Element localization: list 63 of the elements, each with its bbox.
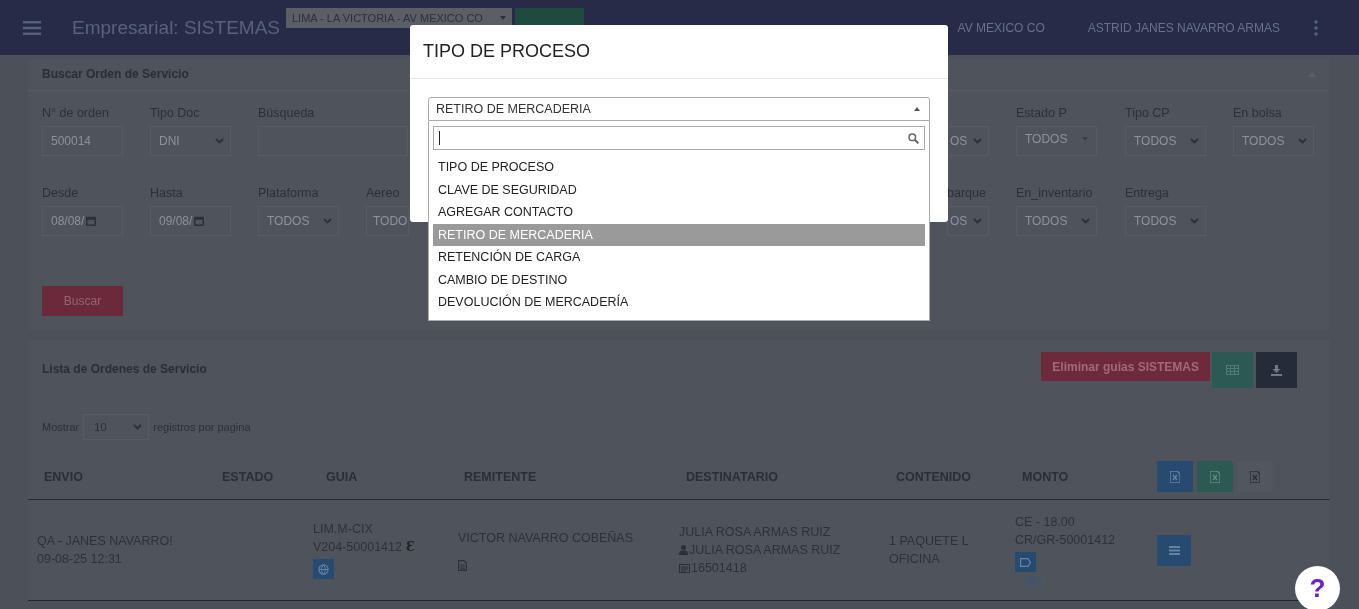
process-select[interactable]: RETIRO DE MERCADERIA [428,97,930,121]
date-field[interactable]: 09/08/ [150,206,231,236]
person-icon [679,545,688,555]
document-icon[interactable] [458,559,467,571]
date-field[interactable]: 08/08/ [42,206,123,236]
download-icon [1271,364,1282,376]
calendar-icon[interactable] [86,216,97,226]
dialog-title: TIPO DE PROCESO [423,41,591,62]
chevron-icon [215,138,224,144]
help-button[interactable]: ? [1295,566,1340,609]
chevron-icon [1190,218,1199,224]
select-field[interactable]: TODOS [1016,206,1097,236]
download-button[interactable] [1256,352,1297,388]
select-field[interactable]: TODOS [1125,126,1206,156]
chevron-icon [1298,138,1307,144]
grid-icon [1226,365,1239,375]
dropdown-option[interactable]: CLAVE DE SEGURIDAD [433,178,925,201]
select-field[interactable]: OS [947,206,989,236]
dropdown-option[interactable]: RETENCIÓN DE CARGA [433,246,925,269]
chevron-icon [1190,138,1199,144]
select-field[interactable]: TODOS [1016,126,1097,156]
search-icon [908,132,919,144]
select-field[interactable]: DNI [150,126,231,156]
caret-icon [500,16,506,20]
select-field[interactable]: TODOS [1233,126,1314,156]
select-field[interactable]: TODO [366,206,409,236]
calendar-icon[interactable] [194,216,205,226]
dropdown-option[interactable]: TIPO DE PROCESO [433,156,925,179]
change-button[interactable] [515,7,584,28]
delete-button[interactable]: Eliminar guias SISTEMAS [1041,352,1210,381]
id-card-icon[interactable] [1026,576,1041,586]
menu-icon[interactable] [23,20,41,35]
excel-button[interactable] [1197,461,1233,492]
chevron-icon [133,424,143,430]
globe-icon [318,563,329,575]
file-icon [1210,470,1220,483]
file-icon [1250,470,1260,483]
guide-mark: Ɛ [406,539,415,555]
dropdown-option[interactable]: DEVOLUCIÓN DE MERCADERÍA [433,291,925,314]
chevron-icon [323,218,332,224]
chevron-icon [1081,218,1090,224]
more-icon[interactable] [1314,19,1318,36]
select-field[interactable]: TODOS [1125,206,1206,236]
location-label: AV MEXICO CO [957,20,1045,35]
chevron-icon [973,218,982,224]
input-field[interactable]: 500014 [42,126,123,156]
row-menu-button[interactable] [1157,534,1191,566]
select-field[interactable]: TODOS [258,206,339,236]
file-icon [1170,470,1180,483]
user-name[interactable]: ASTRID JANES NAVARRO ARMAS [1087,20,1280,35]
menu-icon [1168,545,1180,555]
dropdown-option[interactable]: RETIRO DE MERCADERIA [433,223,925,246]
dropdown-option[interactable]: CAMBIO DE DESTINO [433,268,925,291]
id-card-icon [679,563,690,573]
excel-button[interactable] [1157,461,1193,492]
dropdown-option[interactable]: AGREGAR CONTACTO [433,201,925,224]
caret-icon [914,107,920,111]
chevron-icon [973,138,982,144]
tag-button[interactable] [1015,552,1036,572]
grid-button[interactable] [1212,352,1253,388]
globe-button[interactable] [313,559,334,579]
tag-icon [1020,557,1031,567]
search-field[interactable] [433,126,925,150]
